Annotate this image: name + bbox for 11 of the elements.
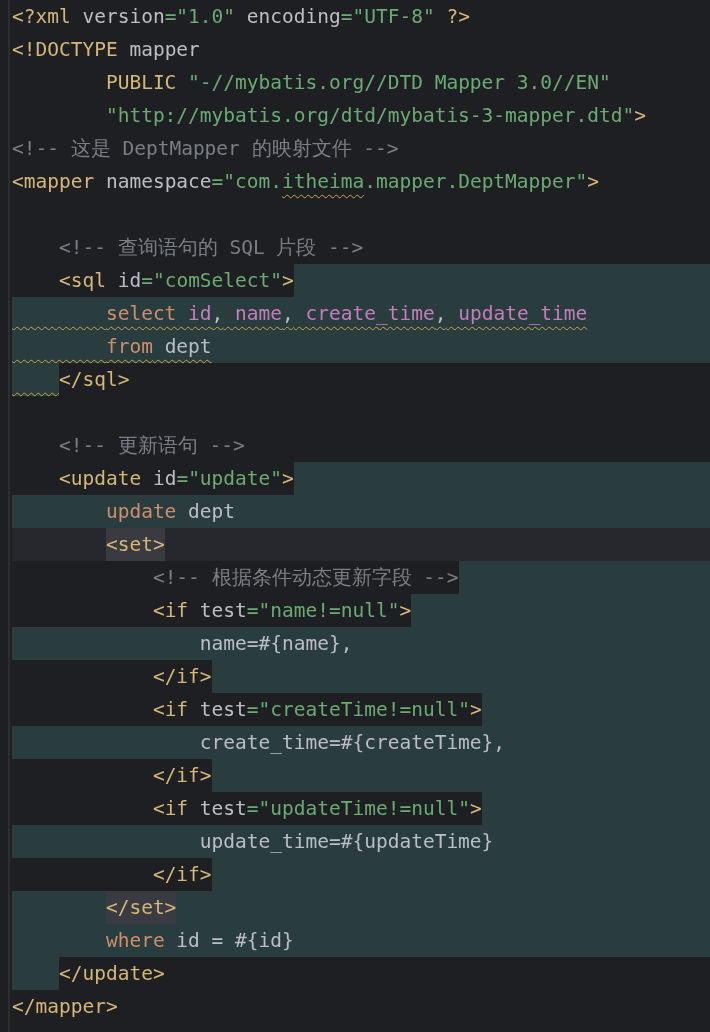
code-line: <mapper namespace="com.itheima.mapper.DeptMapper"> — [12, 169, 601, 195]
code-line: PUBLIC "-//mybatis.org//DTD Mapper 3.0//EN" — [104, 70, 612, 96]
code-line: </mapper> — [12, 994, 119, 1020]
code-line: </sql> — [12, 363, 710, 396]
code-line: <!-- 更新语句 --> — [57, 433, 246, 459]
code-line: "http://mybatis.org/dtd/mybatis-3-mapper.dtd"> — [104, 103, 647, 129]
code-line: </update> — [12, 957, 710, 990]
code-line: <!DOCTYPE mapper — [12, 37, 201, 63]
code-line: <!-- 这是 DeptMapper 的映射文件 --> — [12, 136, 400, 162]
code-line: <?xml version="1.0" encoding="UTF-8" ?> — [12, 4, 471, 30]
code-line: <!-- 查询语句的 SQL 片段 --> — [57, 235, 365, 261]
